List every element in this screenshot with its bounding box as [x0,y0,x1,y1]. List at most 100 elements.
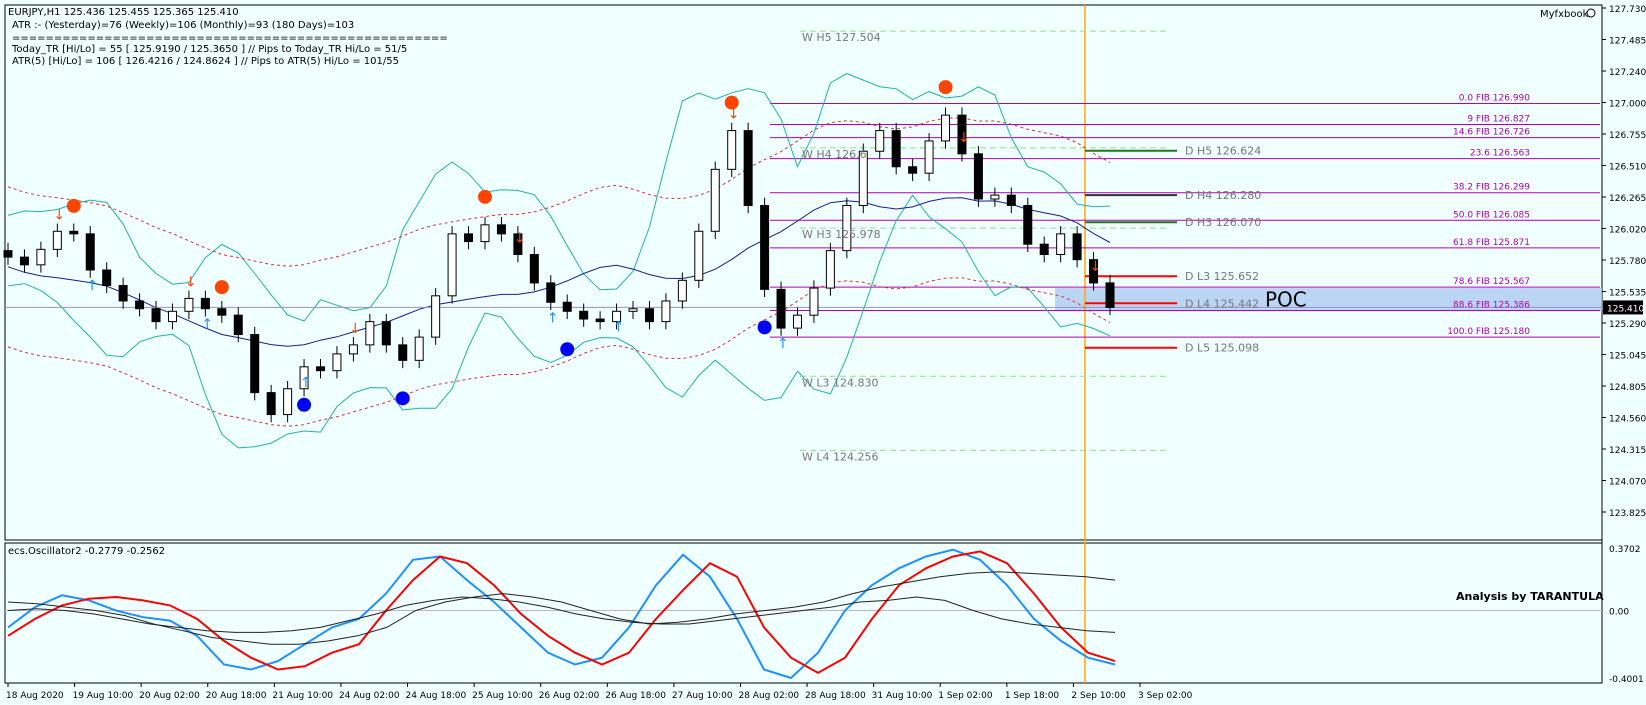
candle-body [1056,233,1066,256]
fib-label: 23.6 126.563 [1470,149,1530,159]
fib-label: 9 FIB 126.827 [1467,115,1530,125]
candle-body [694,230,704,281]
candle-body [167,310,177,323]
weekly-pivot-label: W H4 126.6 [802,148,867,161]
time-tick-label: 24 Aug 18:00 [406,691,467,701]
price-tick-label: 127.730 [1609,5,1646,15]
price-tick-label: 127.000 [1609,100,1646,110]
weekly-pivot-label: W H3 125.978 [802,228,881,241]
candle-body [316,366,326,372]
candle-body [743,130,753,206]
oscillator-label: ecs.Oscillator2 -0.2779 -0.2562 [8,546,165,557]
candle-body [332,353,342,372]
fib-label: 78.6 FIB 125.567 [1453,277,1530,287]
trading-chart[interactable]: POC 0.0 FIB 126.990 9 FIB 126.827 14.6 FIB… [0,0,1646,705]
candle-body [69,230,79,235]
candle-body [118,284,128,302]
candle-body [36,248,46,266]
fib-label: 38.2 FIB 126.299 [1453,183,1530,193]
oscillator-tick-label: -0.4001 [1609,675,1644,685]
candle-body [727,130,737,170]
support-dot [757,320,772,335]
buy-arrow-icon: ↑ [777,336,789,352]
price-tick-label: 123.825 [1609,509,1646,519]
candle-body [266,392,276,416]
buy-arrow-icon: ↑ [86,278,98,294]
candle-body [200,297,210,310]
price-tick-label: 126.265 [1609,194,1646,204]
atr-line: ATR :- (Yesterday)=76 (Weekly)=106 (Mont… [12,20,354,31]
candle-body [973,153,983,200]
resistance-dot [938,80,953,95]
candle-body [52,230,62,250]
time-tick-label: 19 Aug 10:00 [73,691,134,701]
oscillator-tick-label: 0.3702 [1609,545,1641,555]
support-dot [560,342,575,357]
candle-body [760,204,770,290]
brand-logo: Myfxbook [1540,9,1589,20]
resistance-dot [214,280,229,295]
time-tick-label: 28 Aug 18:00 [805,691,866,701]
price-tick-label: 126.020 [1609,226,1646,236]
resistance-dot [724,95,739,110]
price-tick-label: 124.070 [1609,478,1646,488]
candle-body [217,308,227,316]
candle-body [480,224,490,243]
candle-body [151,308,161,323]
support-dot [395,391,410,406]
time-tick-label: 1 Sep 18:00 [1005,691,1060,701]
candle-body [562,301,572,312]
daily-pivot-label: D L3 125.652 [1185,270,1259,283]
daily-pivot-label: D L4 125.442 [1185,297,1259,310]
candle-body [348,344,358,355]
symbol-line: EURJPY,H1 125.436 125.455 125.365 125.41… [8,7,239,18]
candle-body [924,140,934,174]
candle-body [891,130,901,168]
fib-label: 50.0 FIB 126.085 [1453,210,1530,220]
time-tick-label: 25 Aug 10:00 [472,691,533,701]
candle-body [464,233,474,243]
time-tick-label: 20 Aug 02:00 [139,691,200,701]
time-tick-label: 18 Aug 2020 [6,691,64,701]
weekly-pivot-label: W L4 124.256 [802,450,878,463]
candle-body [1105,282,1115,308]
candle-body [579,310,589,320]
separator-line: ========================================… [12,33,448,44]
price-tick-label: 126.510 [1609,163,1646,173]
current-price-label: 125.410 [1607,304,1644,314]
candle-body [809,287,819,316]
price-tick-label: 124.315 [1609,446,1646,456]
buy-arrow-icon: ↑ [300,375,312,391]
price-tick-label: 127.240 [1609,68,1646,78]
sell-arrow-icon: ↓ [53,207,65,223]
time-tick-label: 26 Aug 18:00 [605,691,666,701]
candle-body [644,308,654,323]
candle-body [661,300,671,323]
candle-body [677,279,687,302]
candle-body [1039,243,1049,256]
sell-arrow-icon: ↓ [514,231,526,247]
candle-body [365,321,375,346]
fib-label: 0.0 FIB 126.990 [1459,94,1531,104]
time-tick-label: 2 Sep 10:00 [1071,691,1126,701]
price-tick-label: 124.805 [1609,383,1646,393]
sell-arrow-icon: ↓ [1090,259,1102,275]
candle-body [529,254,539,284]
candle-body [941,114,951,142]
time-tick-label: 31 Aug 10:00 [872,691,933,701]
sell-arrow-icon: ↓ [185,274,197,290]
candle-body [283,388,293,416]
buy-arrow-icon: ↑ [201,317,213,333]
sell-arrow-icon: ↓ [958,130,970,146]
resistance-dot [477,189,492,204]
weekly-pivot-label: W H5 127.504 [802,31,881,44]
resistance-dot [66,198,81,213]
fib-label: 100.0 FIB 125.180 [1447,327,1530,337]
oscillator-tick-label: 0.00 [1609,607,1629,617]
price-tick-label: 127.485 [1609,37,1646,47]
fib-label: 61.8 FIB 125.871 [1453,238,1530,248]
analysis-label: Analysis by TARANTULA [1456,590,1604,603]
price-tick-label: 125.535 [1609,289,1646,299]
price-tick-label: 125.290 [1609,320,1646,330]
time-tick-label: 3 Sep 02:00 [1138,691,1193,701]
